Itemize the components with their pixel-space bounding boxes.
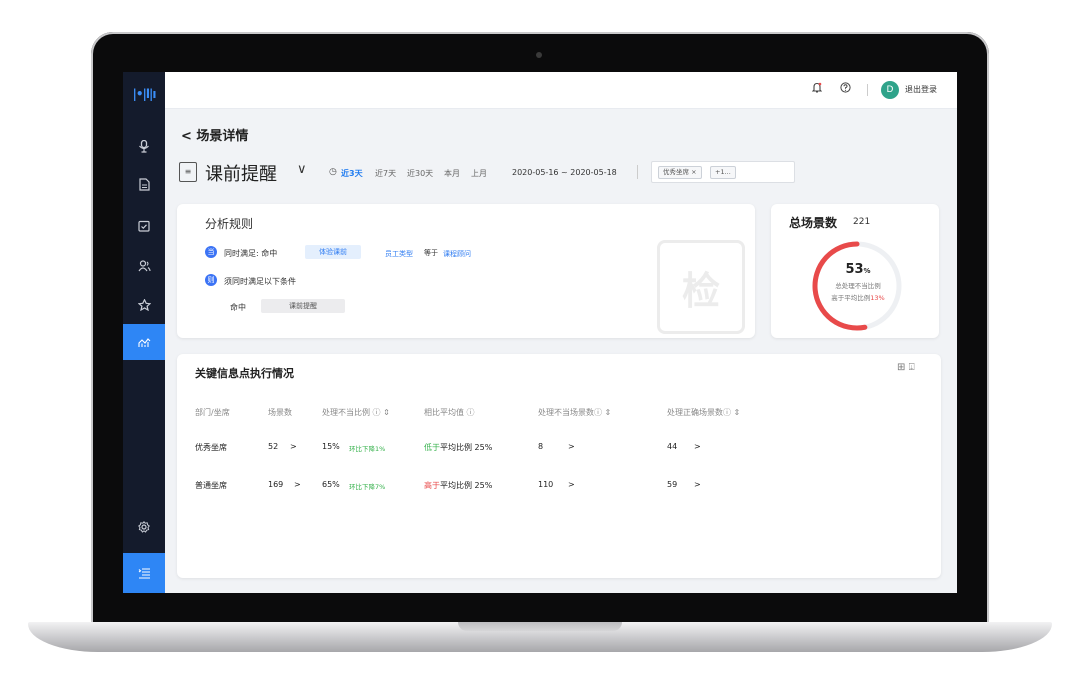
laptop-notch bbox=[458, 622, 622, 631]
calendar-check-icon bbox=[138, 220, 150, 232]
rule-hit-pill[interactable]: 课前提醒 bbox=[261, 299, 345, 313]
date-range-picker[interactable]: 2020-05-16 ~ 2020-05-18 bbox=[512, 168, 617, 177]
rule-value-link[interactable]: 课程顾问 bbox=[443, 249, 471, 259]
row-count[interactable]: 169 bbox=[268, 480, 283, 489]
table-title: 关键信息点执行情况 bbox=[195, 367, 294, 380]
row-name: 优秀坐席 bbox=[195, 443, 227, 452]
rule-line-2-text: 须同时满足以下条件 bbox=[224, 277, 296, 286]
logout-link[interactable]: 退出登录 bbox=[905, 84, 937, 95]
row-count[interactable]: 52 bbox=[268, 442, 278, 451]
ring-percent: 53% bbox=[845, 262, 871, 277]
logo-icon: |•|l|ı bbox=[132, 87, 156, 101]
sidebar-item-users[interactable] bbox=[123, 248, 165, 284]
menu-list-icon bbox=[138, 567, 150, 579]
ring-label-ratio: 总处理不当比例 bbox=[835, 282, 881, 290]
sidebar: |•|l|ı bbox=[123, 72, 165, 593]
row-bad-chevron-icon[interactable]: > bbox=[568, 442, 575, 451]
app-screen: |•|l|ı D 退出登录 < 场景详情 ≡ 课前提醒 ∨ ◷ 近3天 近7天 … bbox=[123, 72, 957, 593]
sidebar-item-tasks[interactable] bbox=[123, 208, 165, 244]
sidebar-item-voice[interactable] bbox=[123, 128, 165, 164]
rule-line-3-label: 命中 bbox=[230, 303, 246, 312]
row-bad-count[interactable]: 110 bbox=[538, 480, 553, 489]
users-icon bbox=[138, 260, 151, 272]
row-ratio: 15% bbox=[322, 442, 340, 451]
grid-view-icon[interactable]: ⊞ bbox=[897, 362, 905, 373]
notification-bell-icon[interactable] bbox=[811, 82, 823, 96]
row-name: 普通坐席 bbox=[195, 481, 227, 490]
rule-operator: 等于 bbox=[424, 249, 438, 257]
agent-filter-select[interactable]: 优秀坐席 × +1... bbox=[651, 161, 795, 183]
col-header-bad-count[interactable]: 处理不当场景数ⓘ ⇕ bbox=[538, 407, 611, 418]
range-30-days[interactable]: 近30天 bbox=[407, 168, 433, 179]
row-trend: 环比下降7% bbox=[349, 483, 386, 491]
sidebar-item-settings[interactable] bbox=[123, 509, 165, 545]
rule-line-1-text: 同时满足: 命中 bbox=[224, 249, 278, 258]
row-good-chevron-icon[interactable]: > bbox=[694, 442, 701, 451]
topbar-divider bbox=[867, 84, 868, 96]
ring-compare-value: 13% bbox=[870, 294, 885, 302]
row-bad-chevron-icon[interactable]: > bbox=[568, 480, 575, 489]
row-good-count[interactable]: 44 bbox=[667, 442, 677, 451]
app-logo[interactable]: |•|l|ı bbox=[123, 76, 165, 112]
help-icon[interactable] bbox=[840, 82, 851, 96]
row-good-count[interactable]: 59 bbox=[667, 480, 677, 489]
row-compare: 高于平均比例 25% bbox=[424, 481, 493, 490]
scene-dropdown-chevron-icon[interactable]: ∨ bbox=[297, 162, 307, 177]
chevron-left-icon: < bbox=[181, 129, 197, 144]
clock-icon: ◷ bbox=[329, 167, 337, 177]
filter-tag-more[interactable]: +1... bbox=[710, 166, 736, 179]
rule-keyword-pill[interactable]: 体验课前 bbox=[305, 245, 361, 259]
row-trend: 环比下降1% bbox=[349, 445, 386, 453]
scene-title: 课前提醒 bbox=[205, 164, 277, 185]
col-header-count: 场景数 bbox=[268, 408, 292, 417]
condition-badge-then: 则 bbox=[205, 274, 217, 286]
top-bar: D 退出登录 bbox=[165, 72, 957, 109]
range-last-month[interactable]: 上月 bbox=[471, 168, 487, 179]
range-7-days[interactable]: 近7天 bbox=[375, 168, 396, 179]
export-icon[interactable]: ⍗ bbox=[909, 362, 915, 373]
scene-document-icon: ≡ bbox=[179, 162, 197, 182]
sidebar-item-analytics[interactable] bbox=[123, 324, 165, 360]
filter-divider bbox=[637, 165, 638, 179]
microphone-icon bbox=[139, 139, 149, 153]
row-bad-count[interactable]: 8 bbox=[538, 442, 543, 451]
document-icon bbox=[138, 177, 150, 191]
row-count-chevron-icon[interactable]: > bbox=[294, 480, 301, 489]
col-header-good-count[interactable]: 处理正确场景数ⓘ ⇕ bbox=[667, 407, 740, 418]
key-points-card: 关键信息点执行情况 ⊞ ⍗ 部门/坐席 场景数 处理不当比例 ⓘ ⇕ 相比平均值… bbox=[177, 354, 941, 578]
rule-field-link[interactable]: 员工类型 bbox=[385, 249, 413, 259]
col-header-bad-ratio[interactable]: 处理不当比例 ⓘ ⇕ bbox=[322, 407, 390, 418]
star-icon bbox=[137, 299, 151, 311]
rules-title: 分析规则 bbox=[205, 217, 254, 231]
row-count-chevron-icon[interactable]: > bbox=[290, 442, 297, 451]
condition-badge-when: 当 bbox=[205, 246, 217, 258]
range-this-month[interactable]: 本月 bbox=[444, 168, 460, 179]
page-heading: 场景详情 bbox=[196, 129, 249, 144]
range-3-days[interactable]: 近3天 bbox=[341, 168, 363, 179]
total-scenes-title: 总场景数 bbox=[789, 216, 838, 230]
sidebar-item-favorites[interactable] bbox=[123, 287, 165, 323]
camera-dot bbox=[536, 52, 542, 58]
total-scenes-count: 221 bbox=[853, 217, 871, 227]
sidebar-item-documents[interactable] bbox=[123, 166, 165, 202]
ring-label-compare: 高于平均比例13% bbox=[831, 294, 885, 302]
row-good-chevron-icon[interactable]: > bbox=[694, 480, 701, 489]
analytics-icon bbox=[137, 337, 150, 347]
user-avatar[interactable]: D bbox=[881, 81, 899, 99]
analysis-rules-card: 分析规则 当 同时满足: 命中 体验课前 员工类型 等于 课程顾问 则 须同时满… bbox=[177, 204, 755, 338]
table-tools: ⊞ ⍗ bbox=[897, 362, 915, 373]
col-header-compare[interactable]: 相比平均值 ⓘ bbox=[424, 407, 475, 418]
filter-tag-excellent[interactable]: 优秀坐席 × bbox=[658, 166, 702, 179]
total-scenes-card: 总场景数 221 53% 总处理不当比例 高于平均比例13% bbox=[771, 204, 939, 338]
row-ratio: 65% bbox=[322, 480, 340, 489]
sidebar-toggle-menu[interactable] bbox=[123, 553, 165, 593]
inspection-stamp-icon: 检 bbox=[657, 240, 745, 334]
row-compare: 低于平均比例 25% bbox=[424, 443, 493, 452]
title-row: ≡ 课前提醒 ∨ ◷ 近3天 近7天 近30天 本月 上月 2020-05-16… bbox=[179, 160, 949, 185]
back-button[interactable]: < 场景详情 bbox=[181, 125, 248, 144]
settings-icon bbox=[138, 521, 150, 533]
col-header-department: 部门/坐席 bbox=[195, 408, 230, 417]
